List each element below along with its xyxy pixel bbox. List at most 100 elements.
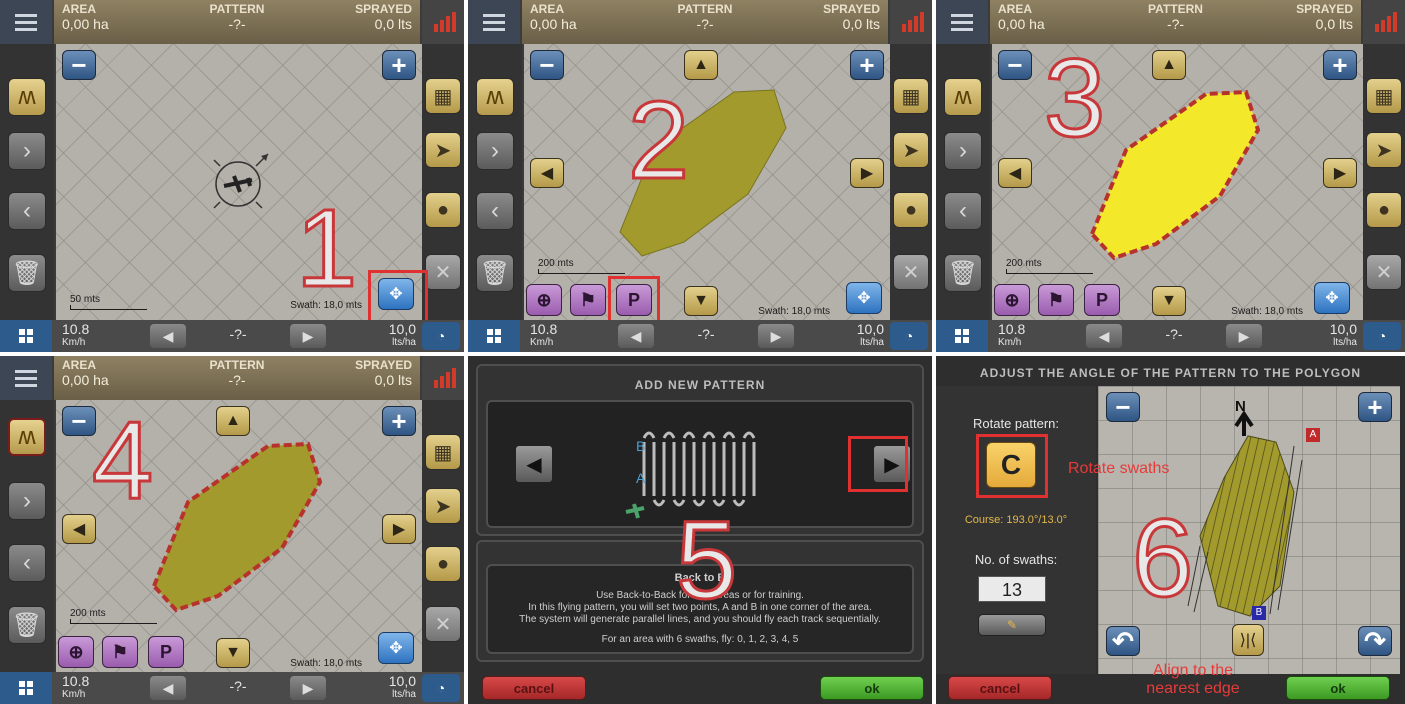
flag-icon[interactable]: ⚑ [570,284,606,316]
gauge-icon[interactable]: ◔ [890,322,928,350]
gauge-icon[interactable]: ◔ [422,674,460,702]
menu-button[interactable] [936,0,988,44]
pattern-p-icon[interactable]: P [148,636,184,668]
nav-right-button[interactable]: ▶ [758,324,794,348]
ok-button[interactable]: ok [820,676,924,700]
previous-icon[interactable]: ‹ [476,192,514,230]
grid-menu-button[interactable] [936,320,988,352]
previous-icon[interactable]: ‹ [8,192,46,230]
speed-value: 10.8 [530,321,558,337]
nav-left-button[interactable]: ◀ [150,324,186,348]
grid-menu-button[interactable] [468,320,520,352]
highlight-box [608,276,660,326]
layers-icon[interactable]: ▦ [425,78,461,114]
prev-pattern-button[interactable]: ◀ [514,444,554,484]
location-pin-icon[interactable]: ● [893,192,929,228]
close-icon[interactable]: ✕ [425,254,461,290]
menu-button[interactable] [0,0,52,44]
nav-left-button[interactable]: ◀ [150,676,186,700]
crosshair-icon[interactable]: ⊕ [58,636,94,668]
layers-icon[interactable]: ▦ [1366,78,1402,114]
pattern-icon[interactable]: ʍ [944,78,982,116]
center-map-button[interactable]: ✥ [846,282,882,314]
previous-icon[interactable]: ‹ [8,544,46,582]
next-icon[interactable]: › [476,132,514,170]
pattern-icon[interactable]: ʍ [8,418,46,456]
right-toolbar: ▦ ➤ ● ✕ [422,400,464,672]
swaths-input[interactable]: 13 [978,576,1046,602]
location-pin-icon[interactable]: ● [1366,192,1402,228]
redo-icon[interactable]: ↷ [1358,626,1392,656]
nav-right-button[interactable]: ▶ [290,324,326,348]
close-icon[interactable]: ✕ [1366,254,1402,290]
crosshair-icon[interactable]: ⊕ [994,284,1030,316]
dose-unit: lts/ha [860,337,884,348]
nav-left-button[interactable]: ◀ [618,324,654,348]
nav-value: -?- [229,326,247,342]
undo-icon[interactable]: ↶ [1106,626,1140,656]
next-icon[interactable]: › [8,482,46,520]
sprayed-label: SPRAYED [1296,2,1353,16]
signal-icon [422,356,464,400]
crosshair-icon[interactable]: ⊕ [526,284,562,316]
zoom-in-button[interactable]: + [382,50,416,80]
zoom-out-button[interactable]: − [62,50,96,80]
close-icon[interactable]: ✕ [425,606,461,642]
nav-right-button[interactable]: ▶ [1226,324,1262,348]
scale-label: 200 mts [538,258,574,269]
sprayed-label: SPRAYED [355,2,412,16]
pan-down-button[interactable]: ▼ [684,286,718,316]
nav-right-button[interactable]: ▶ [290,676,326,700]
nav-left-button[interactable]: ◀ [1086,324,1122,348]
trash-icon[interactable]: 🗑 [8,606,46,644]
menu-button[interactable] [0,356,52,400]
grid-menu-button[interactable] [0,320,52,352]
layers-icon[interactable]: ▦ [425,434,461,470]
pattern-icon[interactable]: ʍ [8,78,46,116]
close-icon[interactable]: ✕ [893,254,929,290]
menu-button[interactable] [468,0,520,44]
marker-b: B [1252,606,1266,620]
step-number: 6 [1130,497,1194,620]
layers-icon[interactable]: ▦ [893,78,929,114]
ok-button[interactable]: ok [1286,676,1390,700]
left-toolbar: ʍ › ‹ 🗑 [468,44,522,320]
previous-icon[interactable]: ‹ [944,192,982,230]
navigate-icon[interactable]: ➤ [1366,132,1402,168]
pattern-label: PATTERN [209,2,265,16]
next-icon[interactable]: › [8,132,46,170]
dose-readout: 10,0 lts/ha [389,674,416,702]
trash-icon[interactable]: 🗑 [476,254,514,292]
trash-icon[interactable]: 🗑 [944,254,982,292]
map-view[interactable]: − ▲ + ◀ ▶ 200 mts ⊕ ⚑ P ▼ Swath: 18,0 mt… [524,44,890,320]
rotate-sidebar: Rotate pattern: C Course: 193.0°/13.0° N… [936,386,1096,674]
cancel-button[interactable]: cancel [948,676,1052,700]
pattern-p-icon[interactable]: P [1084,284,1120,316]
pan-down-button[interactable]: ▼ [216,638,250,668]
navigate-icon[interactable]: ➤ [893,132,929,168]
center-map-button[interactable]: ✥ [378,632,414,664]
menu-icon [15,20,37,24]
pan-down-button[interactable]: ▼ [1152,286,1186,316]
flag-icon[interactable]: ⚑ [1038,284,1074,316]
center-map-button[interactable]: ✥ [1314,282,1350,314]
sprayed-label: SPRAYED [823,2,880,16]
align-edge-icon[interactable]: ⟩|⟨ [1232,624,1264,656]
location-pin-icon[interactable]: ● [425,192,461,228]
nav-value: -?- [697,326,715,342]
grid-menu-button[interactable] [0,672,52,704]
trash-icon[interactable]: 🗑 [8,254,46,292]
navigate-icon[interactable]: ➤ [425,132,461,168]
location-pin-icon[interactable]: ● [425,546,461,582]
gauge-icon[interactable]: ◔ [1363,322,1401,350]
description-line: For an area with 6 swaths, fly: 0, 1, 2,… [601,634,799,645]
next-icon[interactable]: › [944,132,982,170]
navigate-icon[interactable]: ➤ [425,488,461,524]
cancel-button[interactable]: cancel [482,676,586,700]
gauge-icon[interactable]: ◔ [422,322,460,350]
pattern-icon[interactable]: ʍ [476,78,514,116]
signal-icon [422,0,464,44]
edit-pencil-icon[interactable]: ✎ [978,614,1046,636]
flag-icon[interactable]: ⚑ [102,636,138,668]
stats-bar: AREA 0,00 ha PATTERN -?- SPRAYED 0,0 lts [54,0,420,44]
